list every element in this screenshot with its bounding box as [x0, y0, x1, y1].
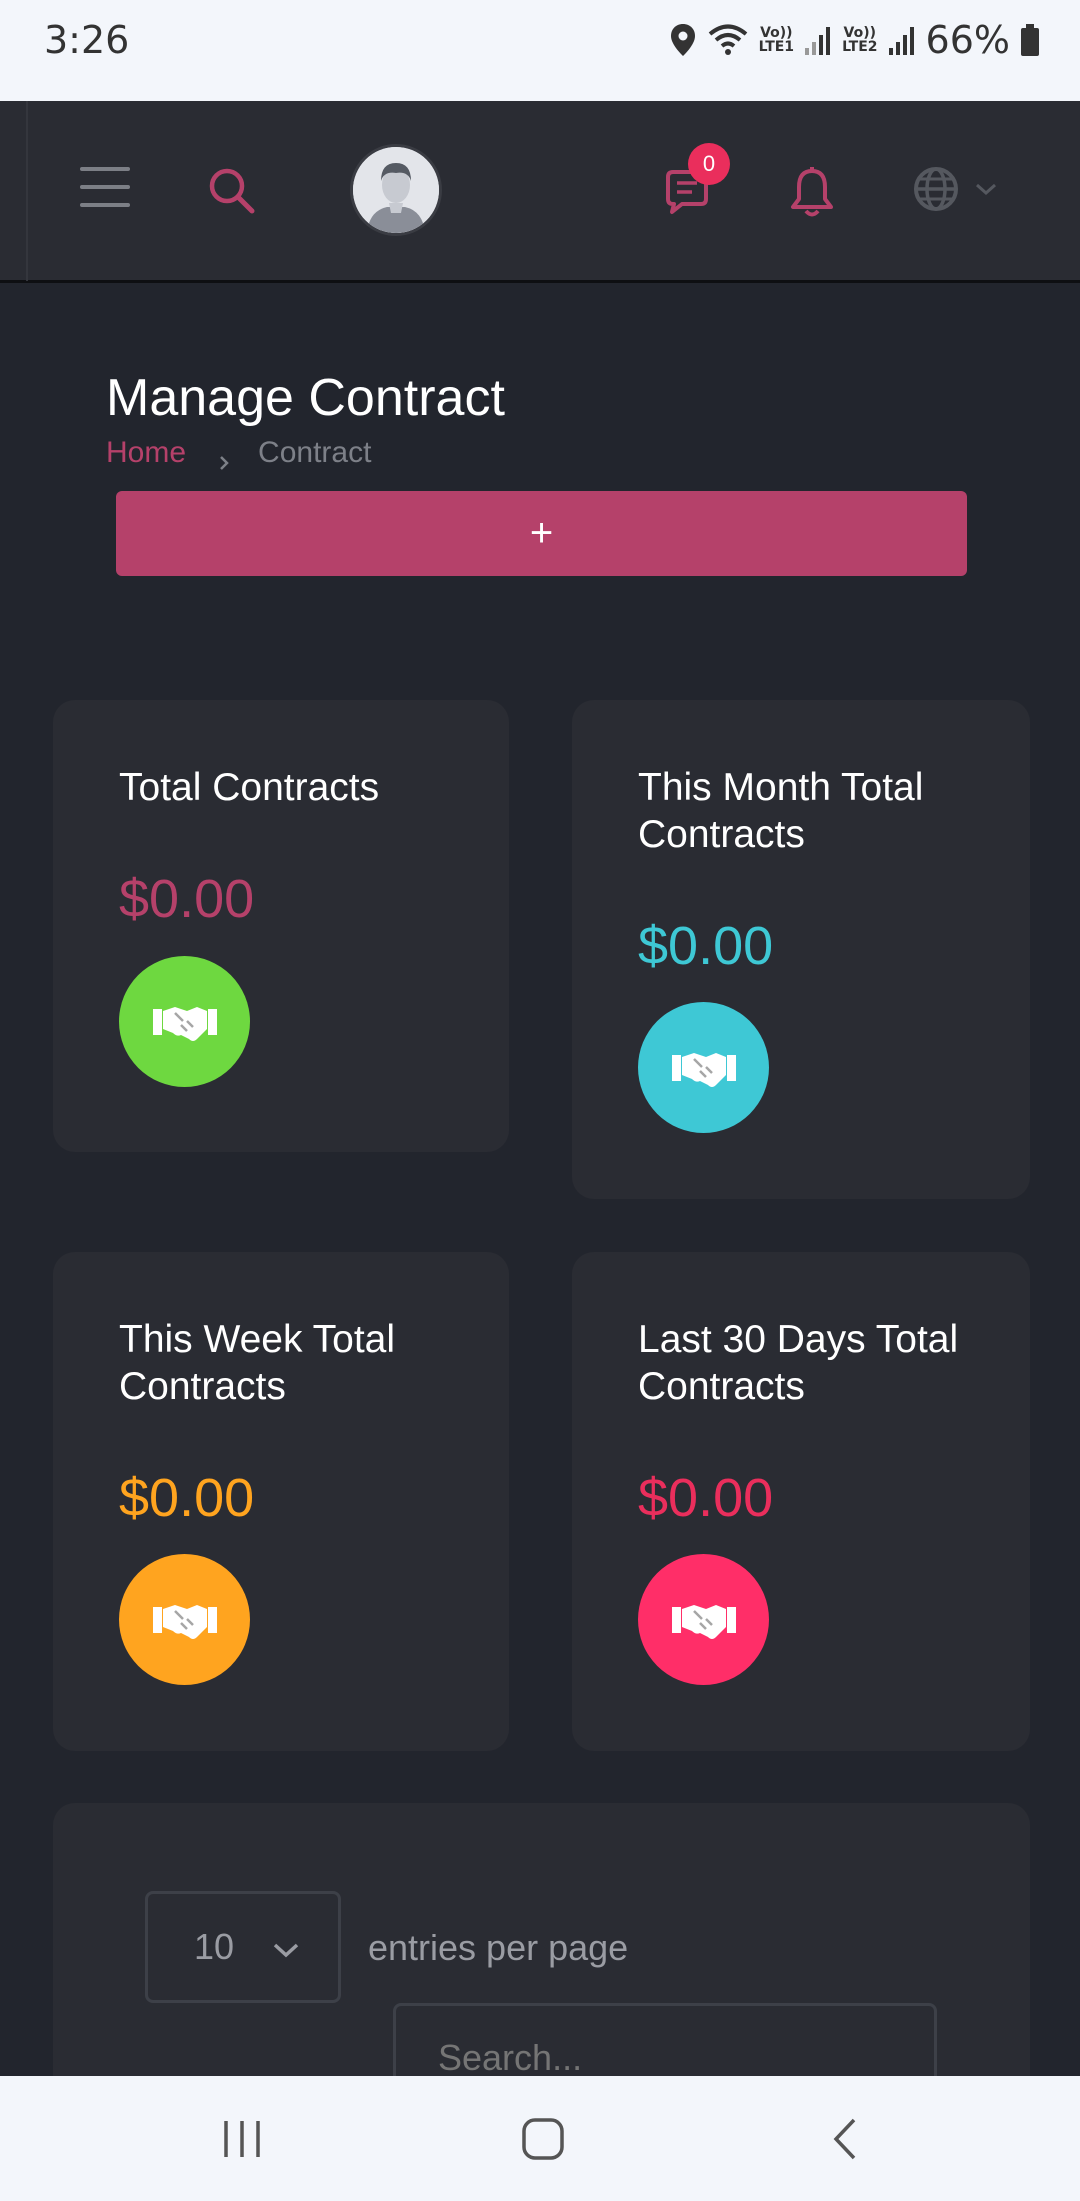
stat-card-total: Total Contracts $0.00 [53, 700, 509, 1152]
breadcrumb: Home Contract [106, 436, 371, 470]
chevron-right-icon [216, 445, 232, 470]
location-icon [669, 23, 697, 57]
card-value: $0.00 [119, 1468, 255, 1528]
bell-icon[interactable] [786, 165, 838, 219]
entries-per-page-select[interactable]: 10 [145, 1891, 341, 2003]
sim1-label: Vo)) LTE1 [758, 25, 795, 55]
status-icons: Vo)) LTE1 Vo)) LTE2 66% [669, 18, 1040, 62]
stat-card-week: This Week Total Contracts $0.00 [53, 1252, 509, 1751]
page-title: Manage Contract [106, 369, 505, 427]
handshake-icon [638, 1554, 769, 1685]
chevron-down-icon [974, 181, 998, 202]
wifi-icon [707, 23, 749, 57]
message-count-badge: 0 [688, 143, 730, 185]
chevron-down-icon [272, 1926, 300, 1968]
card-title: This Week Total Contracts [119, 1318, 396, 1408]
globe-icon [912, 165, 960, 218]
sim2-label: Vo)) LTE2 [842, 25, 878, 55]
breadcrumb-current: Contract [258, 436, 372, 469]
stat-card-30-days: Last 30 Days Total Contracts $0.00 [572, 1252, 1030, 1751]
handshake-icon [119, 956, 250, 1087]
status-bar: 3:26 Vo)) LTE1 Vo)) LTE2 66% [0, 0, 1080, 101]
card-title: Total Contracts [119, 766, 380, 809]
entries-value: 10 [194, 1926, 235, 1967]
card-value: $0.00 [119, 869, 255, 929]
signal-icon [888, 24, 916, 56]
add-contract-button[interactable]: + [116, 491, 967, 576]
stat-card-month: This Month Total Contracts $0.00 [572, 700, 1030, 1199]
avatar[interactable] [350, 144, 442, 236]
search-icon[interactable] [206, 165, 258, 217]
handshake-icon [638, 1002, 769, 1133]
back-icon[interactable] [815, 2114, 875, 2164]
language-selector[interactable] [912, 165, 1012, 217]
card-value: $0.00 [638, 916, 774, 976]
card-title: This Month Total Contracts [638, 766, 924, 856]
entries-per-page-label: entries per page [368, 1927, 629, 1968]
home-icon[interactable] [513, 2114, 573, 2164]
handshake-icon [119, 1554, 250, 1685]
system-nav-bar [0, 2076, 1080, 2201]
card-title: Last 30 Days Total Contracts [638, 1318, 959, 1408]
breadcrumb-home-link[interactable]: Home [106, 436, 186, 470]
signal-icon [804, 24, 832, 56]
menu-icon[interactable] [80, 167, 130, 207]
card-value: $0.00 [638, 1468, 774, 1528]
battery-icon [1020, 23, 1040, 57]
status-time: 3:26 [44, 18, 130, 62]
app-header: 0 [0, 101, 1080, 283]
battery-percent: 66% [925, 18, 1010, 62]
sidebar-edge [26, 101, 28, 281]
recent-apps-icon[interactable] [212, 2114, 272, 2164]
